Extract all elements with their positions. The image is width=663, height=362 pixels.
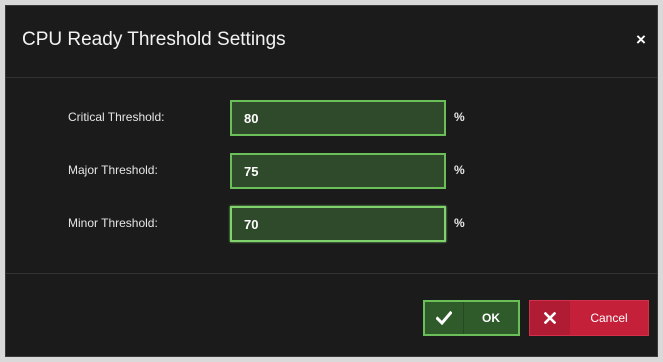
critical-threshold-row: Critical Threshold: % bbox=[6, 100, 657, 136]
ok-button-label: OK bbox=[482, 311, 500, 325]
cancel-button[interactable]: Cancel bbox=[529, 300, 649, 336]
minor-threshold-label: Minor Threshold: bbox=[68, 216, 158, 230]
dialog-body: Critical Threshold: % Major Threshold: %… bbox=[6, 78, 657, 274]
minor-threshold-input[interactable] bbox=[230, 206, 446, 242]
close-icon[interactable]: × bbox=[631, 30, 651, 50]
dialog-title: CPU Ready Threshold Settings bbox=[22, 29, 286, 50]
threshold-settings-dialog: CPU Ready Threshold Settings × Critical … bbox=[5, 5, 658, 357]
x-icon bbox=[530, 301, 570, 335]
minor-threshold-row: Minor Threshold: % bbox=[6, 206, 657, 242]
checkmark-icon bbox=[425, 302, 464, 334]
critical-threshold-unit: % bbox=[454, 110, 465, 124]
dialog-footer: OK Cancel bbox=[6, 274, 657, 356]
major-threshold-input[interactable] bbox=[230, 153, 446, 189]
major-threshold-label: Major Threshold: bbox=[68, 163, 158, 177]
cancel-button-label: Cancel bbox=[590, 311, 628, 325]
ok-button[interactable]: OK bbox=[423, 300, 520, 336]
major-threshold-row: Major Threshold: % bbox=[6, 153, 657, 189]
dialog-header: CPU Ready Threshold Settings × bbox=[6, 6, 657, 78]
major-threshold-unit: % bbox=[454, 163, 465, 177]
critical-threshold-input[interactable] bbox=[230, 100, 446, 136]
critical-threshold-label: Critical Threshold: bbox=[68, 110, 165, 124]
minor-threshold-unit: % bbox=[454, 216, 465, 230]
